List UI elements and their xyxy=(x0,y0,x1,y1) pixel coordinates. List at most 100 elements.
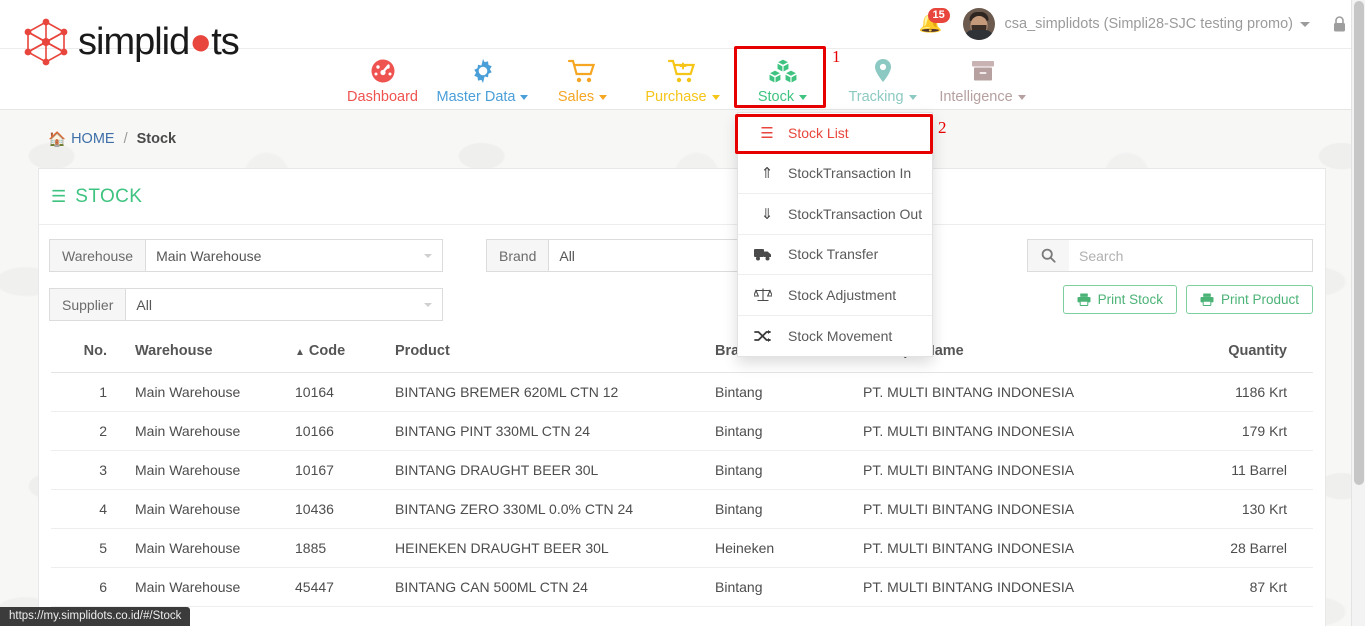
nav-item-sales[interactable]: Sales xyxy=(533,53,633,105)
status-bar-url: https://my.simplidots.co.id/#/Stock xyxy=(0,607,190,626)
search-group[interactable] xyxy=(1027,239,1313,272)
breadcrumb: 🏠 HOME / Stock xyxy=(0,110,1365,168)
search-input[interactable] xyxy=(1069,239,1313,272)
stock-panel: ☰ STOCK Warehouse Main Warehouse Brand A… xyxy=(38,168,1326,626)
column-header-code[interactable]: ▲Code xyxy=(289,335,389,373)
warehouse-value: Main Warehouse xyxy=(156,248,424,264)
column-header-no[interactable]: No. xyxy=(51,335,129,373)
cart-plus-icon xyxy=(633,56,733,86)
dropdown-item-stock-list[interactable]: ☰ Stock List xyxy=(738,113,932,154)
dropdown-label-stock-transfer: Stock Transfer xyxy=(788,246,878,262)
print-actions: Print Stock Print Product xyxy=(1063,285,1313,314)
print-product-button[interactable]: Print Product xyxy=(1186,285,1313,314)
breadcrumb-home[interactable]: HOME xyxy=(71,131,115,147)
dropdown-label-stock-transaction-in: StockTransaction In xyxy=(788,165,911,181)
cell-warehouse: Main Warehouse xyxy=(129,412,289,451)
table-row[interactable]: 1Main Warehouse10164BINTANG BREMER 620ML… xyxy=(51,373,1313,412)
chevron-down-icon xyxy=(799,95,807,100)
print-stock-button[interactable]: Print Stock xyxy=(1063,285,1177,314)
warehouse-label: Warehouse xyxy=(49,239,145,272)
page-scrollbar[interactable] xyxy=(1351,0,1365,626)
chevron-down-icon xyxy=(712,95,720,100)
nav-label-master-data: Master Data xyxy=(433,89,533,105)
cell-warehouse: Main Warehouse xyxy=(129,568,289,607)
column-header-warehouse[interactable]: Warehouse xyxy=(129,335,289,373)
supplier-filter[interactable]: Supplier All xyxy=(49,288,443,321)
dropdown-item-stock-movement[interactable]: Stock Movement xyxy=(738,316,932,357)
cell-principalname: PT. MULTI BINTANG INDONESIA xyxy=(857,568,1157,607)
scrollbar-thumb[interactable] xyxy=(1354,1,1364,485)
nav-label-dashboard: Dashboard xyxy=(333,89,433,105)
cell-no: 1 xyxy=(51,373,129,412)
cell-brandname: Bintang xyxy=(709,412,857,451)
notification-badge: 15 xyxy=(928,8,950,23)
table-row[interactable]: 3Main Warehouse10167BINTANG DRAUGHT BEER… xyxy=(51,451,1313,490)
supplier-label: Supplier xyxy=(49,288,125,321)
nav-item-tracking[interactable]: Tracking xyxy=(833,53,933,105)
gear-icon xyxy=(433,56,533,86)
list-icon: ☰ xyxy=(51,187,66,207)
dropdown-label-stock-list: Stock List xyxy=(788,125,849,141)
search-icon xyxy=(1027,239,1069,272)
cell-product: BINTANG BREMER 620ML CTN 12 xyxy=(389,373,709,412)
dropdown-item-stock-transfer[interactable]: Stock Transfer xyxy=(738,235,932,276)
cell-no: 5 xyxy=(51,529,129,568)
boxes-icon xyxy=(733,56,833,86)
username-label[interactable]: csa_simplidots (Simpli28-SJC testing pro… xyxy=(1005,16,1294,32)
table-row[interactable]: 4Main Warehouse10436BINTANG ZERO 330ML 0… xyxy=(51,490,1313,529)
dropdown-item-stock-transaction-out[interactable]: ⇓ StockTransaction Out xyxy=(738,194,932,235)
print-product-label: Print Product xyxy=(1221,292,1299,307)
table-row[interactable]: 6Main Warehouse45447BINTANG CAN 500ML CT… xyxy=(51,568,1313,607)
annotation-marker-1: 1 xyxy=(832,47,841,67)
chevron-down-icon[interactable] xyxy=(1300,22,1310,27)
cell-product: BINTANG DRAUGHT BEER 30L xyxy=(389,451,709,490)
table-row[interactable]: 2Main Warehouse10166BINTANG PINT 330ML C… xyxy=(51,412,1313,451)
nav-item-purchase[interactable]: Purchase xyxy=(633,53,733,105)
truck-icon xyxy=(754,247,780,261)
map-pin-icon xyxy=(833,56,933,86)
warehouse-select[interactable]: Main Warehouse xyxy=(145,239,443,272)
cell-quantity: 87 Krt xyxy=(1157,568,1313,607)
brand-logo[interactable]: simplid●ts xyxy=(18,14,239,70)
archive-box-icon xyxy=(933,56,1033,86)
home-icon[interactable]: 🏠 xyxy=(48,131,66,148)
cell-brandname: Bintang xyxy=(709,373,857,412)
cell-brandname: Heineken xyxy=(709,529,857,568)
supplier-select[interactable]: All xyxy=(125,288,443,321)
nav-item-dashboard[interactable]: Dashboard xyxy=(333,53,433,105)
nav-item-intelligence[interactable]: Intelligence xyxy=(933,53,1033,105)
stock-table-wrapper: No. Warehouse ▲Code Product BrandName Pr… xyxy=(39,335,1325,607)
list-icon: ☰ xyxy=(754,124,780,142)
chevron-down-icon xyxy=(424,303,432,307)
avatar-body xyxy=(964,30,994,40)
cell-code: 45447 xyxy=(289,568,389,607)
cell-principalname: PT. MULTI BINTANG INDONESIA xyxy=(857,451,1157,490)
dropdown-item-stock-transaction-in[interactable]: ⇑ StockTransaction In xyxy=(738,154,932,195)
dropdown-label-stock-transaction-out: StockTransaction Out xyxy=(788,206,922,222)
lock-icon[interactable] xyxy=(1332,15,1347,33)
avatar[interactable] xyxy=(963,8,995,40)
cell-code: 10166 xyxy=(289,412,389,451)
chevron-down-icon xyxy=(520,95,528,100)
column-header-quantity[interactable]: Quantity xyxy=(1157,335,1313,373)
cell-principalname: PT. MULTI BINTANG INDONESIA xyxy=(857,373,1157,412)
supplier-value: All xyxy=(136,297,424,313)
column-header-product[interactable]: Product xyxy=(389,335,709,373)
cell-quantity: 28 Barrel xyxy=(1157,529,1313,568)
cell-quantity: 11 Barrel xyxy=(1157,451,1313,490)
panel-header: ☰ STOCK xyxy=(39,169,1325,225)
stock-dropdown-menu: ☰ Stock List ⇑ StockTransaction In ⇓ Sto… xyxy=(737,112,933,357)
table-row[interactable]: 5Main Warehouse1885HEINEKEN DRAUGHT BEER… xyxy=(51,529,1313,568)
cell-principalname: PT. MULTI BINTANG INDONESIA xyxy=(857,529,1157,568)
nav-item-stock[interactable]: Stock xyxy=(733,53,833,105)
cell-no: 4 xyxy=(51,490,129,529)
warehouse-filter[interactable]: Warehouse Main Warehouse xyxy=(49,239,443,272)
breadcrumb-current: Stock xyxy=(137,131,177,147)
nav-item-master-data[interactable]: Master Data xyxy=(433,53,533,105)
dropdown-item-stock-adjustment[interactable]: Stock Adjustment xyxy=(738,275,932,316)
notifications-button[interactable]: 🔔 15 xyxy=(919,11,941,37)
column-header-code-label: Code xyxy=(309,343,345,359)
dropdown-label-stock-adjustment: Stock Adjustment xyxy=(788,287,896,303)
cell-quantity: 1186 Krt xyxy=(1157,373,1313,412)
cell-product: BINTANG ZERO 330ML 0.0% CTN 24 xyxy=(389,490,709,529)
